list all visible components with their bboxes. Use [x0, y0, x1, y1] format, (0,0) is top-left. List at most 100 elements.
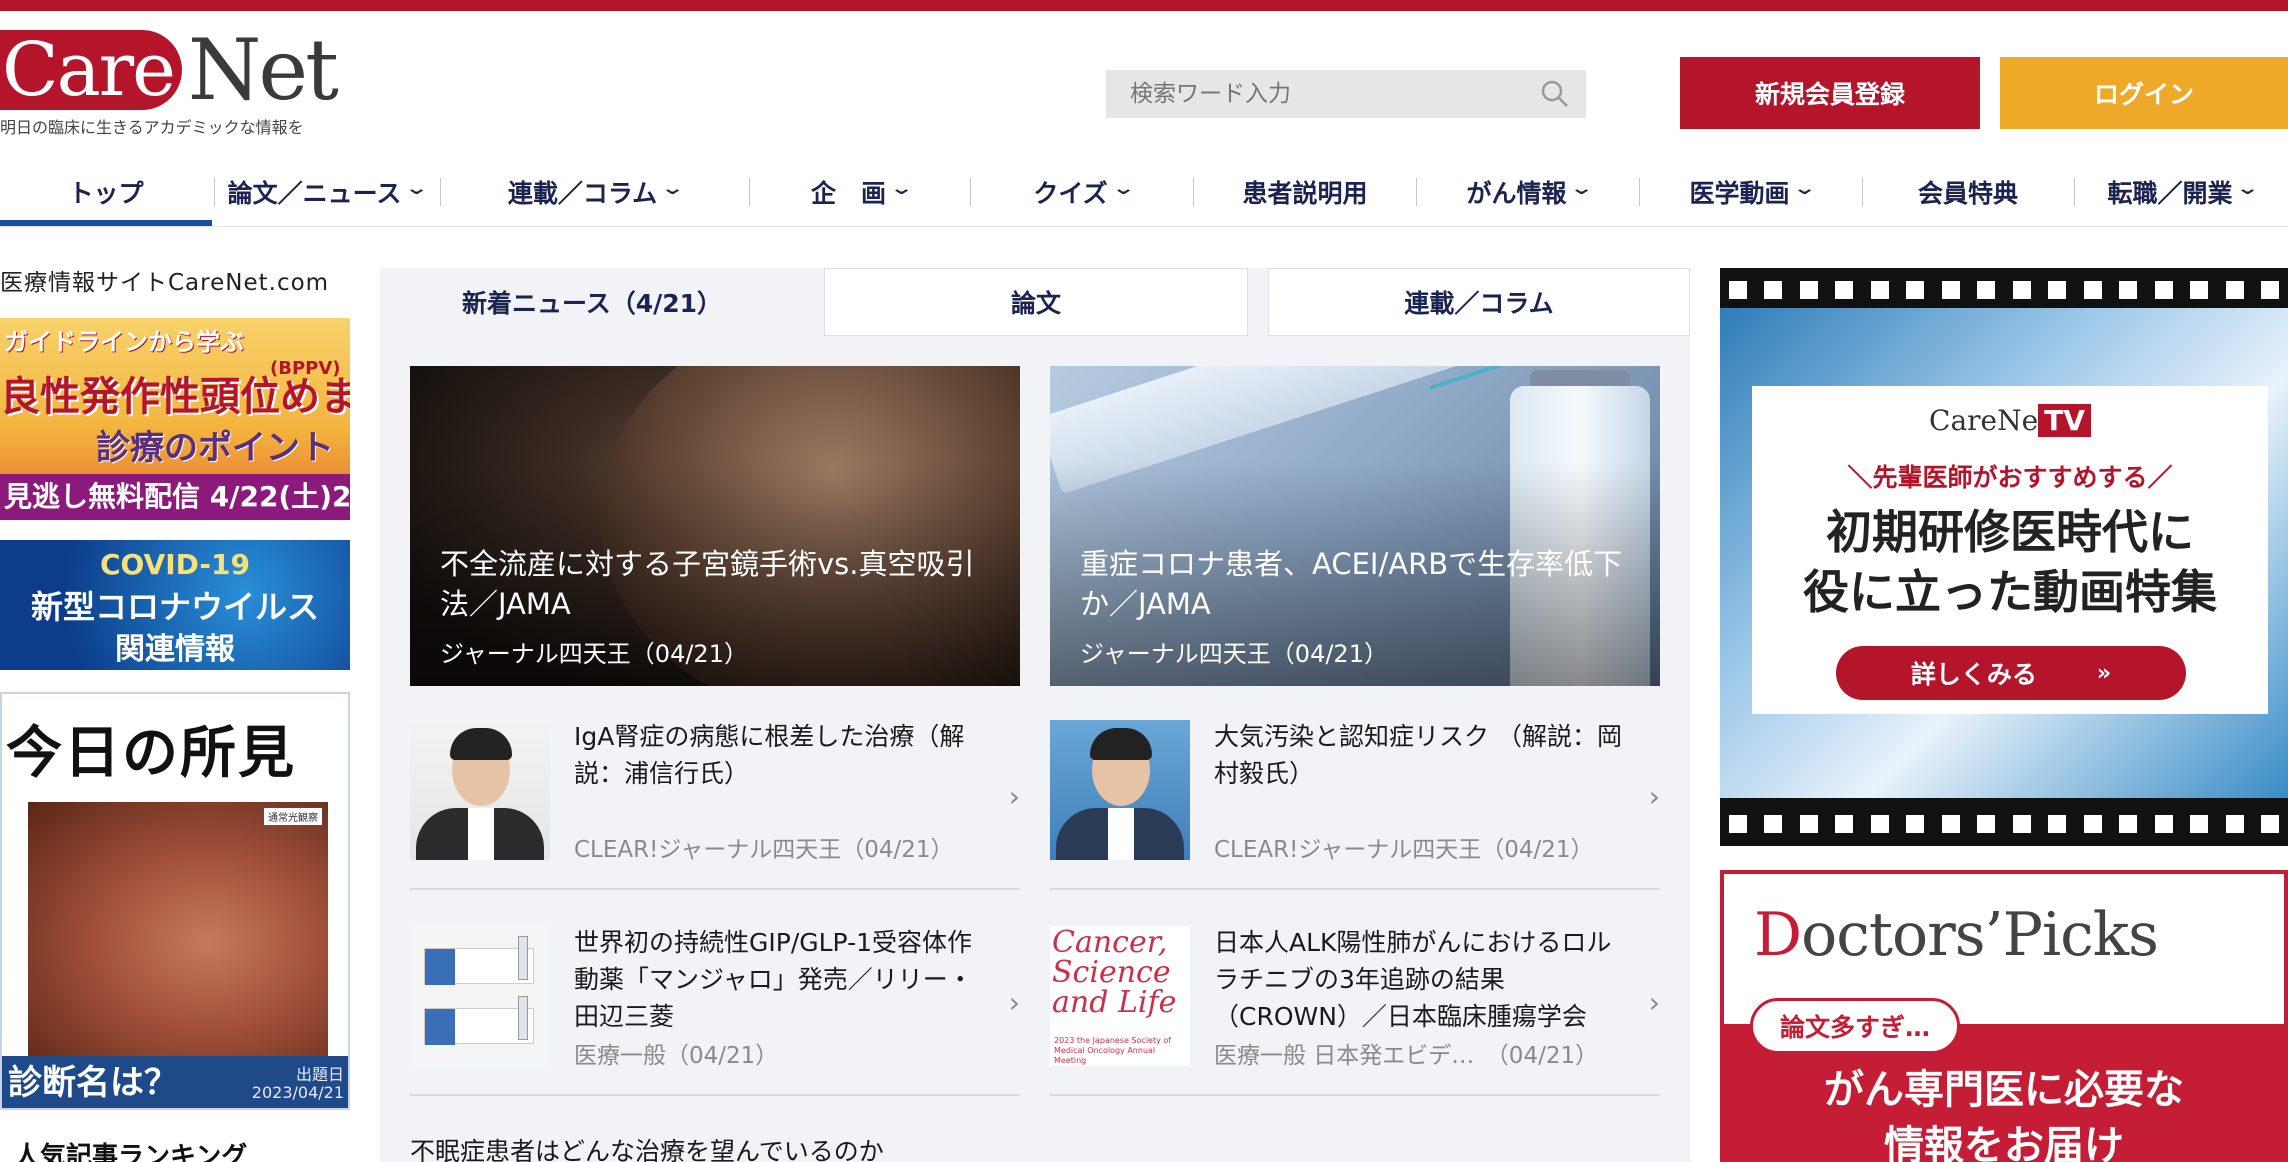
photo-shirt	[468, 808, 494, 860]
register-button[interactable]: 新規会員登録	[1680, 57, 1980, 129]
promo-headline: 初期研修医時代に 役に立った動画特集	[1752, 502, 2268, 622]
article-thumbnail	[410, 926, 550, 1066]
chevron-down-icon: ⌄	[2235, 178, 2261, 199]
guideline-vertigo-banner[interactable]: ガイドラインから学ぶ 良性発作性頭位めまい症 (BPPV) 診療のポイント 見逃…	[0, 318, 350, 520]
nav-item-member-benefits[interactable]: 会員特典	[1863, 160, 2073, 227]
article-item[interactable]: Cancer, Science and Life 2023 the Japane…	[1050, 926, 1660, 1096]
chevron-right-icon: ›	[1648, 780, 1660, 813]
chevron-down-icon: ⌄	[889, 178, 914, 199]
button-label: 詳しくみる	[1910, 660, 2037, 689]
logo-rest: octors’Picks	[1801, 900, 2159, 970]
article-item[interactable]: IgA腎症の病態に根差した治療（解説：浦信行氏） CLEAR!ジャーナル四天王（…	[410, 720, 1020, 890]
article-item[interactable]: 大気汚染と認知症リスク （解説：岡村毅氏） CLEAR!ジャーナル四天王（04/…	[1050, 720, 1660, 890]
search-box[interactable]	[1106, 70, 1586, 118]
article-thumbnail	[1050, 720, 1190, 860]
photo-shirt	[1108, 808, 1134, 860]
article-title: IgA腎症の病態に根差した治療（解説：浦信行氏）	[574, 722, 965, 788]
nav-item-label: 論文／ニュース	[227, 179, 402, 208]
carenet-tv-banner[interactable]: CareNe TV ＼先輩医師がおすすめする／ 初期研修医時代に 役に立った動画特…	[1720, 268, 2288, 846]
nav-item-patient-explanation[interactable]: 患者説明用	[1194, 160, 1416, 227]
logo-text: CareNe	[1929, 404, 2039, 437]
article-thumbnail	[410, 720, 550, 860]
login-button[interactable]: ログイン	[2000, 57, 2288, 129]
headline-line: 役に立った動画特集	[1803, 565, 2217, 619]
ranking-heading: 人気記事ランキング	[14, 1142, 248, 1162]
chevron-down-icon: ⌄	[1792, 178, 1818, 199]
product-pen	[518, 996, 528, 1040]
double-chevron-right-icon: »	[2096, 660, 2112, 686]
promo-subtitle: ＼先輩医師がおすすめする／	[1847, 463, 2173, 492]
banner-line: 新型コロナウイルス	[30, 588, 319, 626]
feature-title: 重症コロナ患者、ACEI/ARBで生存率低下か／JAMA	[1080, 547, 1623, 621]
doctors-picks-banner[interactable]: Doctors’Picks 論文多すぎ… がん専門医に必要な 情報をお届け	[1720, 870, 2288, 1162]
logo-tv: TV	[2038, 404, 2091, 437]
featured-article[interactable]: 不全流産に対する子宮鏡手術vs.真空吸引法／JAMA ジャーナル四天王（04/2…	[410, 366, 1020, 686]
article-meta: 医療一般 日本発エビデ… （04/21）	[1214, 1043, 1599, 1069]
chevron-down-icon: ⌄	[404, 178, 429, 199]
poster-title: Cancer, Science and Life	[1052, 926, 1177, 1020]
headline-line: 初期研修医時代に	[1826, 505, 2194, 559]
logo-care-text: Care	[0, 30, 182, 110]
nav-item-papers-news[interactable]: 論文／ニュース ⌄	[215, 160, 437, 227]
todays-findings-banner[interactable]: 今日の所見 通常光観察 診断名は？ 出題日 2023/04/21	[0, 692, 350, 1110]
search-input[interactable]	[1130, 81, 1530, 107]
tab-series-column[interactable]: 連載／コラム	[1268, 268, 1690, 336]
chevron-right-icon: ›	[1648, 986, 1660, 1019]
nav-item-top[interactable]: トップ	[0, 160, 212, 227]
doctors-picks-logo: Doctors’Picks	[1754, 900, 2159, 970]
banner-line: 関連情報	[115, 632, 235, 667]
featured-article[interactable]: 重症コロナ患者、ACEI/ARBで生存率低下か／JAMA ジャーナル四天王（04…	[1050, 366, 1660, 686]
nav-item-label: 医学動画	[1689, 179, 1790, 208]
nav-item-label: 転職／開業	[2107, 179, 2233, 208]
banner-line: ガイドラインから学ぶ	[4, 328, 244, 356]
article-meta: CLEAR!ジャーナル四天王（04/21）	[574, 837, 954, 863]
feature-meta: ジャーナル四天王（04/21）	[440, 640, 748, 668]
feature-title: 不全流産に対する子宮鏡手術vs.真空吸引法／JAMA	[440, 547, 975, 621]
see-details-button[interactable]: 詳しくみる »	[1836, 646, 2186, 700]
banner-schedule: 見逃し無料配信 4/22(土)20:00～	[0, 474, 350, 520]
promo-card: CareNe TV ＼先輩医師がおすすめする／ 初期研修医時代に 役に立った動画特…	[1752, 386, 2268, 714]
tab-papers[interactable]: 論文	[824, 268, 1248, 336]
nav-item-features[interactable]: 企 画 ⌄	[750, 160, 970, 227]
nav-item-label: がん情報	[1466, 179, 1567, 208]
nav-item-cancer-info[interactable]: がん情報 ⌄	[1417, 160, 1639, 227]
author-photo	[410, 720, 550, 860]
article-item[interactable]: 世界初の持続性GIP/GLP-1受容体作動薬「マンジャロ」発売／リリー・田辺三菱…	[410, 926, 1020, 1096]
article-title: 大気汚染と認知症リスク （解説：岡村毅氏）	[1214, 722, 1622, 788]
article-title: 日本人ALK陽性肺がんにおけるロルラチニブの3年追跡の結果（CROWN）／日本臨…	[1214, 928, 1612, 1031]
search-icon[interactable]	[1540, 79, 1570, 109]
date-label: 出題日	[295, 1065, 344, 1084]
chevron-down-icon: ⌄	[1569, 178, 1595, 199]
news-tabs: 新着ニュース（4/21） 論文 連載／コラム	[380, 268, 1690, 336]
nav-item-quiz[interactable]: クイズ ⌄	[971, 160, 1193, 227]
nav-item-medical-videos[interactable]: 医学動画 ⌄	[1640, 160, 1862, 227]
carenet-logo[interactable]: Care Net 明日の臨床に生きるアカデミックな情報を	[0, 21, 340, 137]
banner-line: COVID-19	[99, 548, 251, 581]
nav-item-label: クイズ	[1033, 179, 1108, 208]
article-title: 世界初の持続性GIP/GLP-1受容体作動薬「マンジャロ」発売／リリー・田辺三菱	[574, 928, 973, 1031]
article-link[interactable]: 不眠症患者はどんな治療を望んでいるのか	[410, 1132, 884, 1162]
tab-new-news[interactable]: 新着ニュース（4/21）	[380, 268, 804, 336]
nav-item-label: 連載／コラム	[507, 179, 658, 208]
chevron-down-icon: ⌄	[1111, 178, 1136, 199]
box-stripe	[425, 949, 455, 985]
endoscopy-image: 通常光観察	[28, 802, 328, 1056]
banner-subhead: 診療のポイント	[96, 428, 334, 468]
feature-meta: ジャーナル四天王（04/21）	[1080, 640, 1388, 668]
product-pen	[518, 936, 528, 980]
banner-title: 今日の所見	[6, 721, 296, 786]
photo-hair	[450, 728, 512, 760]
logo-net-text: Net	[187, 21, 339, 119]
banner-abbrev: (BPPV)	[270, 358, 341, 379]
banner-line: 情報をお届け	[1884, 1123, 2124, 1162]
poster-subtitle: 2023 the Japanese Society of Medical Onc…	[1054, 1036, 1172, 1065]
covid-info-banner[interactable]: COVID-19 新型コロナウイルス 関連情報	[0, 540, 350, 670]
banner-line: がん専門医に必要な	[1824, 1067, 2184, 1113]
film-perforations	[1720, 810, 2288, 838]
nav-item-label: 会員特典	[1917, 179, 2018, 208]
nav-item-series-column[interactable]: 連載／コラム ⌄	[441, 160, 747, 227]
photo-hair	[1090, 728, 1152, 760]
site-title: 医療情報サイトCareNet.com	[0, 270, 330, 296]
film-perforations	[1720, 276, 2288, 304]
nav-item-career[interactable]: 転職／開業 ⌄	[2075, 160, 2288, 227]
